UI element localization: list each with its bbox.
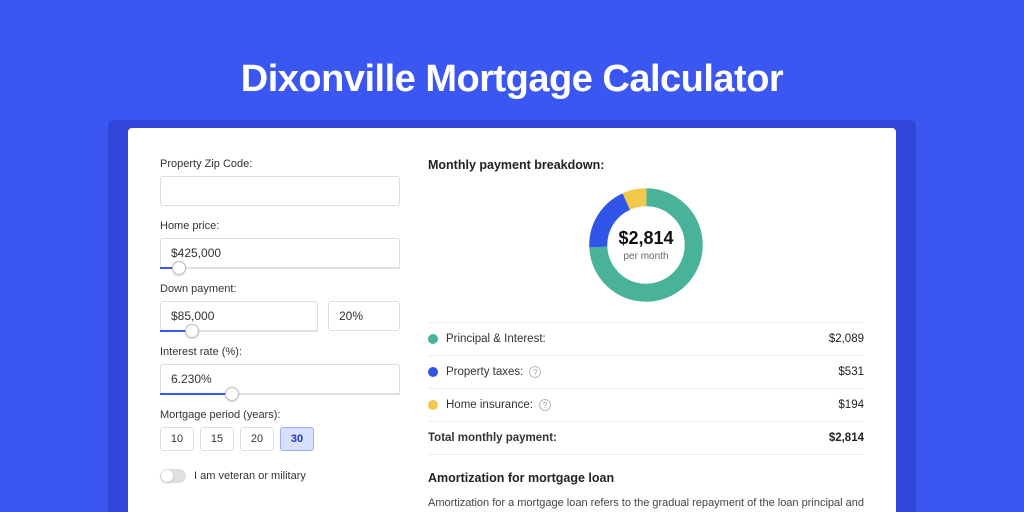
info-icon[interactable]: ? — [539, 399, 551, 411]
amortization-section: Amortization for mortgage loan Amortizat… — [428, 471, 864, 512]
zip-label: Property Zip Code: — [160, 158, 400, 170]
legend-dot-icon — [428, 367, 438, 377]
breakdown-row: Home insurance: ?$194 — [428, 389, 864, 422]
interest-rate-input[interactable] — [160, 364, 400, 394]
donut-amount: $2,814 — [618, 228, 673, 249]
breakdown-label: Property taxes: ? — [446, 366, 838, 378]
down-payment-group: Down payment: — [160, 283, 400, 332]
page-title: Dixonville Mortgage Calculator — [0, 0, 1024, 101]
mortgage-period-label: Mortgage period (years): — [160, 409, 400, 421]
veteran-row: I am veteran or military — [160, 469, 400, 483]
mortgage-period-group: Mortgage period (years): 10152030 — [160, 409, 400, 451]
form-panel: Property Zip Code: Home price: Down paym… — [160, 158, 400, 512]
info-icon[interactable]: ? — [529, 366, 541, 378]
legend-dot-icon — [428, 334, 438, 344]
breakdown-table: Principal & Interest:$2,089Property taxe… — [428, 322, 864, 455]
donut-center: $2,814 per month — [583, 182, 709, 308]
amortization-body: Amortization for a mortgage loan refers … — [428, 495, 864, 512]
period-button-15[interactable]: 15 — [200, 427, 234, 451]
breakdown-label: Home insurance: ? — [446, 399, 838, 411]
breakdown-heading: Monthly payment breakdown: — [428, 158, 864, 172]
results-panel: Monthly payment breakdown: $2,814 per mo… — [428, 158, 864, 512]
breakdown-total-row: Total monthly payment:$2,814 — [428, 422, 864, 455]
home-price-label: Home price: — [160, 220, 400, 232]
down-payment-label: Down payment: — [160, 283, 400, 295]
total-label: Total monthly payment: — [428, 432, 829, 444]
total-value: $2,814 — [829, 432, 864, 444]
home-price-slider[interactable] — [160, 267, 400, 269]
down-payment-slider[interactable] — [160, 330, 318, 332]
down-payment-amount-input[interactable] — [160, 301, 318, 331]
breakdown-row: Principal & Interest:$2,089 — [428, 323, 864, 356]
interest-rate-slider[interactable] — [160, 393, 400, 395]
home-price-input[interactable] — [160, 238, 400, 268]
home-price-group: Home price: — [160, 220, 400, 269]
legend-dot-icon — [428, 400, 438, 410]
donut-sublabel: per month — [623, 251, 668, 262]
veteran-label: I am veteran or military — [194, 470, 306, 482]
period-button-10[interactable]: 10 — [160, 427, 194, 451]
payment-donut-chart: $2,814 per month — [583, 182, 709, 308]
period-button-20[interactable]: 20 — [240, 427, 274, 451]
veteran-toggle[interactable] — [160, 469, 186, 483]
interest-rate-group: Interest rate (%): — [160, 346, 400, 395]
breakdown-label: Principal & Interest: — [446, 333, 829, 345]
page-background: Dixonville Mortgage Calculator Property … — [0, 0, 1024, 512]
breakdown-value: $531 — [838, 366, 864, 378]
breakdown-row: Property taxes: ?$531 — [428, 356, 864, 389]
zip-input[interactable] — [160, 176, 400, 206]
zip-group: Property Zip Code: — [160, 158, 400, 206]
period-button-30[interactable]: 30 — [280, 427, 314, 451]
down-payment-percent-input[interactable] — [328, 301, 400, 331]
breakdown-value: $2,089 — [829, 333, 864, 345]
interest-rate-label: Interest rate (%): — [160, 346, 400, 358]
breakdown-value: $194 — [838, 399, 864, 411]
calculator-card: Property Zip Code: Home price: Down paym… — [128, 128, 896, 512]
donut-wrap: $2,814 per month — [428, 178, 864, 322]
period-buttons: 10152030 — [160, 427, 400, 451]
amortization-heading: Amortization for mortgage loan — [428, 471, 864, 485]
